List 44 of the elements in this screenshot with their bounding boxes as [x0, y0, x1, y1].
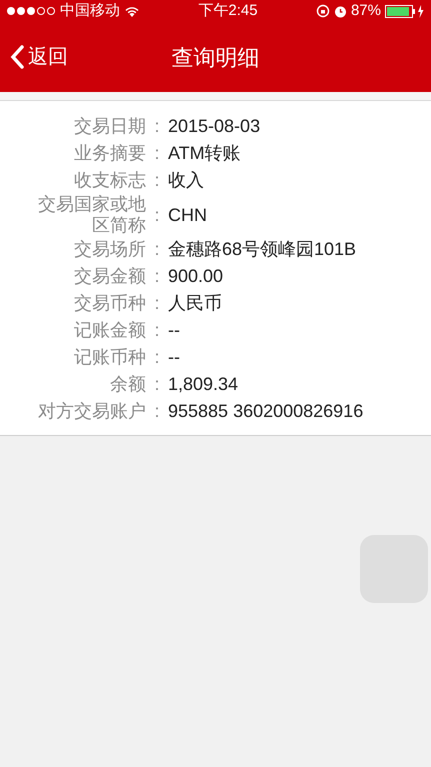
- field-label: 交易日期: [73, 116, 146, 137]
- field-value: 金穗路68号领峰园101B: [168, 238, 356, 261]
- field-label: 记账币种: [73, 347, 146, 368]
- back-button[interactable]: 返回: [10, 42, 68, 72]
- carrier-name: 中国移动: [60, 0, 120, 21]
- rotation-lock-icon: [316, 4, 330, 18]
- field-value: 1,809.34: [168, 373, 238, 396]
- colon: :: [153, 169, 160, 192]
- colon: :: [153, 204, 160, 226]
- battery-percent: 87%: [350, 0, 381, 21]
- field-value: CHN: [168, 204, 207, 226]
- colon: :: [153, 238, 160, 261]
- field-label: 交易币种: [73, 293, 146, 314]
- field-label: 收支标志: [73, 170, 146, 191]
- field-value: 人民币: [168, 292, 222, 315]
- colon: :: [153, 400, 160, 423]
- field-value: --: [168, 319, 180, 342]
- field-label: 交易国家或地区简称: [37, 194, 146, 236]
- colon: :: [153, 265, 160, 288]
- colon: :: [153, 292, 160, 315]
- field-label: 业务摘要: [73, 143, 146, 164]
- signal-icon: [6, 6, 56, 16]
- colon: :: [153, 142, 160, 165]
- colon: :: [153, 373, 160, 396]
- field-value: 2015-08-03: [168, 115, 260, 138]
- wifi-icon: [124, 5, 140, 17]
- field-label: 记账金额: [73, 320, 146, 341]
- colon: :: [153, 319, 160, 342]
- page-title: 查询明细: [172, 44, 260, 72]
- field-label: 交易金额: [73, 266, 146, 287]
- alarm-icon: [334, 4, 347, 18]
- colon: :: [153, 115, 160, 138]
- field-label: 交易场所: [73, 239, 146, 260]
- field-value: 955885 3602000826916: [168, 400, 364, 423]
- field-value: ATM转账: [168, 142, 241, 165]
- field-value: --: [168, 346, 180, 369]
- field-label: 余额: [109, 374, 146, 395]
- chevron-left-icon: [10, 45, 24, 69]
- field-label: 对方交易账户: [37, 401, 146, 422]
- battery-charging-icon: [385, 4, 425, 18]
- field-value: 900.00: [168, 265, 224, 288]
- field-value: 收入: [168, 169, 204, 192]
- colon: :: [153, 346, 160, 369]
- clock-time: 下午2:45: [197, 0, 259, 21]
